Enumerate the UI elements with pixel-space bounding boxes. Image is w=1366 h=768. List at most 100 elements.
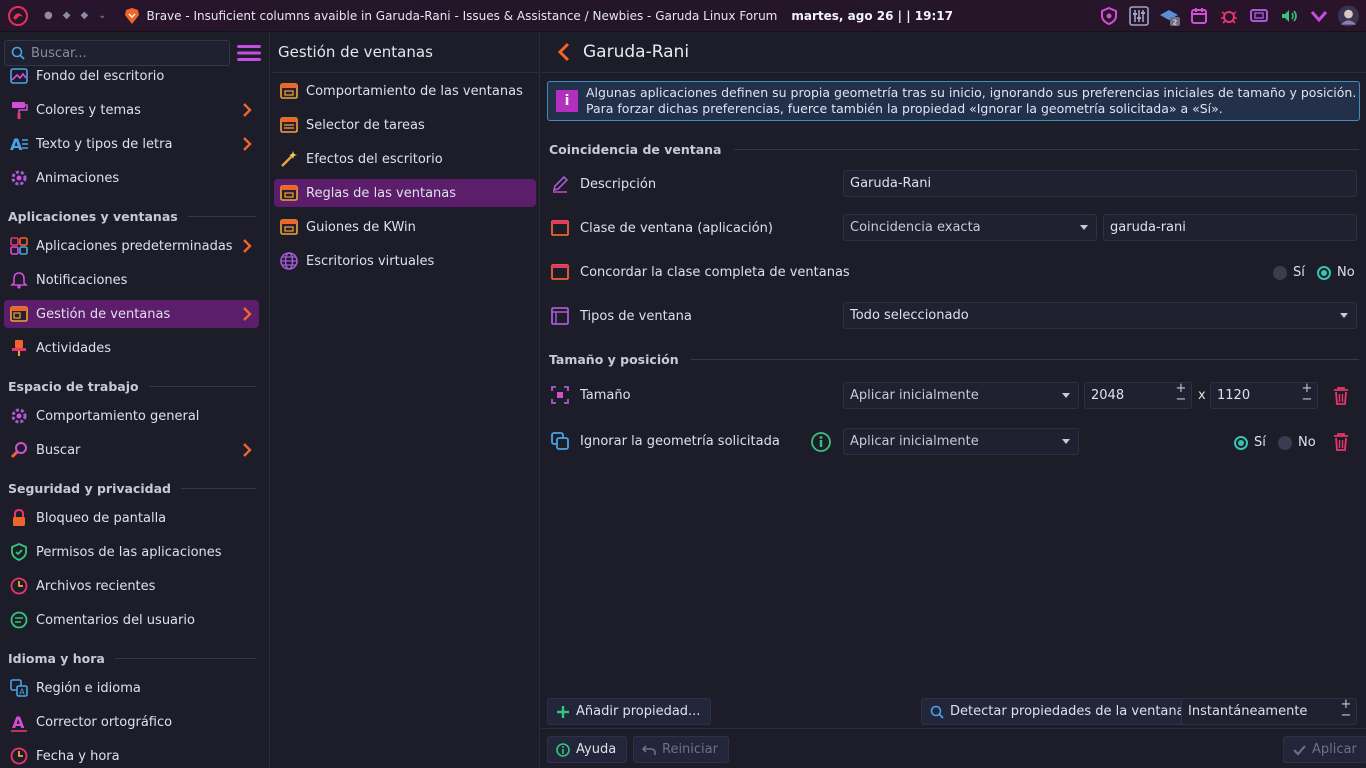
sidebar-item-label: Región e idioma bbox=[36, 680, 141, 696]
resize-icon bbox=[549, 384, 571, 406]
subcategory-title: Gestión de ventanas bbox=[271, 32, 539, 73]
sidebar-item-animations[interactable]: Animaciones bbox=[4, 164, 259, 192]
whole-class-label: Concordar la clase completa de ventanas bbox=[580, 264, 850, 280]
add-property-label: Añadir propiedad... bbox=[576, 704, 701, 719]
detect-delay-spinbox[interactable]: Instantáneamente + − bbox=[1181, 698, 1357, 725]
radio-on-icon bbox=[1317, 265, 1331, 280]
sidebar-item-screen-lock[interactable]: Bloqueo de pantalla bbox=[4, 504, 259, 532]
spin-plus-minus-icon[interactable]: + − bbox=[1301, 382, 1313, 408]
sidebar-item-activities[interactable]: Actividades bbox=[4, 334, 259, 362]
spin-plus-minus-icon[interactable]: + − bbox=[1340, 698, 1352, 724]
display-icon[interactable] bbox=[1247, 4, 1270, 27]
top-panel: ● ◆ ◆ ⌄ Brave - Insuficient columns avai… bbox=[0, 0, 1366, 32]
section-language-time: Idioma y hora bbox=[8, 648, 256, 668]
task-switcher-icon bbox=[278, 114, 300, 136]
ignore-geometry-yes-radio[interactable]: Sí bbox=[1234, 435, 1266, 450]
chevron-down-icon bbox=[1340, 313, 1348, 318]
desktop-dot-icon[interactable]: ● bbox=[44, 10, 53, 21]
bell-icon bbox=[8, 269, 30, 291]
sidebar-item-wallpaper[interactable]: Fondo del escritorio bbox=[4, 62, 259, 90]
sidebar-item-general-behavior[interactable]: Comportamiento general bbox=[4, 402, 259, 430]
back-arrow-icon[interactable] bbox=[553, 41, 575, 63]
info-message-text: Algunas aplicaciones definen su propia g… bbox=[586, 85, 1357, 116]
virtual-desktop-pager[interactable]: ● ◆ ◆ ⌄ bbox=[44, 10, 107, 21]
sidebar-item-spellcheck[interactable]: A Corrector ortográfico bbox=[4, 708, 259, 736]
window-class-icon bbox=[549, 261, 571, 283]
bug-icon[interactable] bbox=[1217, 4, 1240, 27]
section-workspace: Espacio de trabajo bbox=[8, 376, 256, 396]
subcategory-desktop-effects[interactable]: Efectos del escritorio bbox=[274, 145, 536, 173]
width-spinbox[interactable]: 2048 + − bbox=[1084, 382, 1192, 409]
subcategory-window-behavior[interactable]: Comportamiento de las ventanas bbox=[274, 77, 536, 105]
chevron-down-icon[interactable] bbox=[1307, 4, 1330, 27]
rule-editor: Garuda-Rani i Algunas aplicaciones defin… bbox=[541, 32, 1366, 768]
ignore-geometry-policy-select[interactable]: Aplicar inicialmente bbox=[843, 428, 1079, 455]
svg-text:A: A bbox=[10, 135, 23, 154]
detect-properties-label: Detectar propiedades de la ventana bbox=[950, 704, 1185, 719]
desktop-diamond-icon[interactable]: ◆ bbox=[80, 10, 88, 21]
subcategory-task-switcher[interactable]: Selector de tareas bbox=[274, 111, 536, 139]
radio-off-icon bbox=[1278, 435, 1292, 450]
chevron-down-icon[interactable]: ⌄ bbox=[98, 10, 106, 21]
sidebar-item-default-apps[interactable]: Aplicaciones predeterminadas bbox=[4, 232, 259, 260]
window-class-icon bbox=[549, 217, 571, 239]
sidebar-item-window-management[interactable]: Gestión de ventanas bbox=[4, 300, 259, 328]
radio-label: Sí bbox=[1254, 435, 1266, 450]
volume-icon[interactable] bbox=[1277, 4, 1300, 27]
window-title: Brave - Insuficient columns avaible in G… bbox=[146, 8, 778, 23]
section-apps-windows: Aplicaciones y ventanas bbox=[8, 206, 256, 226]
svg-text:2: 2 bbox=[1172, 18, 1176, 26]
delete-ignore-geometry-trash-icon[interactable] bbox=[1330, 431, 1352, 453]
help-button[interactable]: Ayuda bbox=[547, 736, 628, 763]
mixer-icon[interactable] bbox=[1127, 4, 1150, 27]
class-match-select[interactable]: Coincidencia exacta bbox=[843, 214, 1097, 241]
sidebar-item-label: Fecha y hora bbox=[36, 748, 120, 764]
desktop-diamond-icon[interactable]: ◆ bbox=[63, 10, 71, 21]
width-value: 2048 bbox=[1091, 388, 1125, 403]
whole-class-yes-radio[interactable]: Sí bbox=[1273, 265, 1305, 280]
app-launcher-icon[interactable] bbox=[6, 4, 30, 28]
plus-icon bbox=[557, 705, 569, 718]
sidebar-item-user-feedback[interactable]: Comentarios del usuario bbox=[4, 606, 259, 634]
shield-icon[interactable] bbox=[1097, 4, 1120, 27]
clock[interactable]: martes, ago 26 | | 19:17 bbox=[791, 9, 953, 23]
geometry-icon bbox=[549, 430, 571, 452]
subcategory-kwin-scripts[interactable]: Guiones de KWin bbox=[274, 213, 536, 241]
sidebar-item-search[interactable]: Buscar bbox=[4, 436, 259, 464]
sidebar-item-recent-files[interactable]: Archivos recientes bbox=[4, 572, 259, 600]
ignore-geometry-no-radio[interactable]: No bbox=[1278, 435, 1316, 450]
shield-icon bbox=[8, 541, 30, 563]
window-types-select[interactable]: Todo seleccionado bbox=[843, 302, 1357, 329]
sidebar-item-colors[interactable]: Colores y temas bbox=[4, 96, 259, 124]
spin-plus-minus-icon[interactable]: + − bbox=[1175, 382, 1187, 408]
sidebar-item-fonts[interactable]: A Texto y tipos de letra bbox=[4, 130, 259, 158]
apply-button[interactable]: Aplicar bbox=[1283, 736, 1366, 763]
subcategory-virtual-desktops[interactable]: Escritorios virtuales bbox=[274, 247, 536, 275]
task-window-brave[interactable]: Brave - Insuficient columns avaible in G… bbox=[123, 7, 778, 25]
window-class-input[interactable]: garuda-rani bbox=[1103, 214, 1357, 241]
detect-properties-button[interactable]: Detectar propiedades de la ventana bbox=[921, 698, 1196, 725]
reset-button[interactable]: Reiniciar bbox=[633, 736, 729, 763]
height-spinbox[interactable]: 1120 + − bbox=[1210, 382, 1318, 409]
calendar-icon[interactable] bbox=[1187, 4, 1210, 27]
whole-class-no-radio[interactable]: No bbox=[1317, 265, 1355, 280]
subcategory-window-rules[interactable]: Reglas de las ventanas bbox=[274, 179, 536, 207]
sidebar-item-date-time[interactable]: Fecha y hora bbox=[4, 742, 259, 768]
description-input[interactable]: Garuda-Rani bbox=[843, 170, 1357, 197]
checkmark-icon bbox=[1293, 744, 1306, 755]
user-avatar[interactable] bbox=[1337, 4, 1360, 27]
updates-icon[interactable]: 2 bbox=[1157, 4, 1180, 27]
size-policy-select[interactable]: Aplicar inicialmente bbox=[843, 382, 1079, 409]
sidebar-item-app-permissions[interactable]: Permisos de las aplicaciones bbox=[4, 538, 259, 566]
subcategory-label: Comportamiento de las ventanas bbox=[306, 83, 523, 99]
add-property-button[interactable]: Añadir propiedad... bbox=[547, 698, 712, 725]
sidebar-item-notifications[interactable]: Notificaciones bbox=[4, 266, 259, 294]
chevron-down-icon bbox=[1062, 393, 1070, 398]
hamburger-menu-icon[interactable] bbox=[236, 43, 262, 63]
sidebar-item-label: Archivos recientes bbox=[36, 578, 156, 594]
search-icon bbox=[930, 705, 944, 719]
search-input[interactable] bbox=[31, 45, 211, 61]
sidebar-item-region-language[interactable]: A Región e idioma bbox=[4, 674, 259, 702]
delete-size-trash-icon[interactable] bbox=[1330, 385, 1352, 407]
info-circle-icon[interactable] bbox=[810, 431, 832, 453]
